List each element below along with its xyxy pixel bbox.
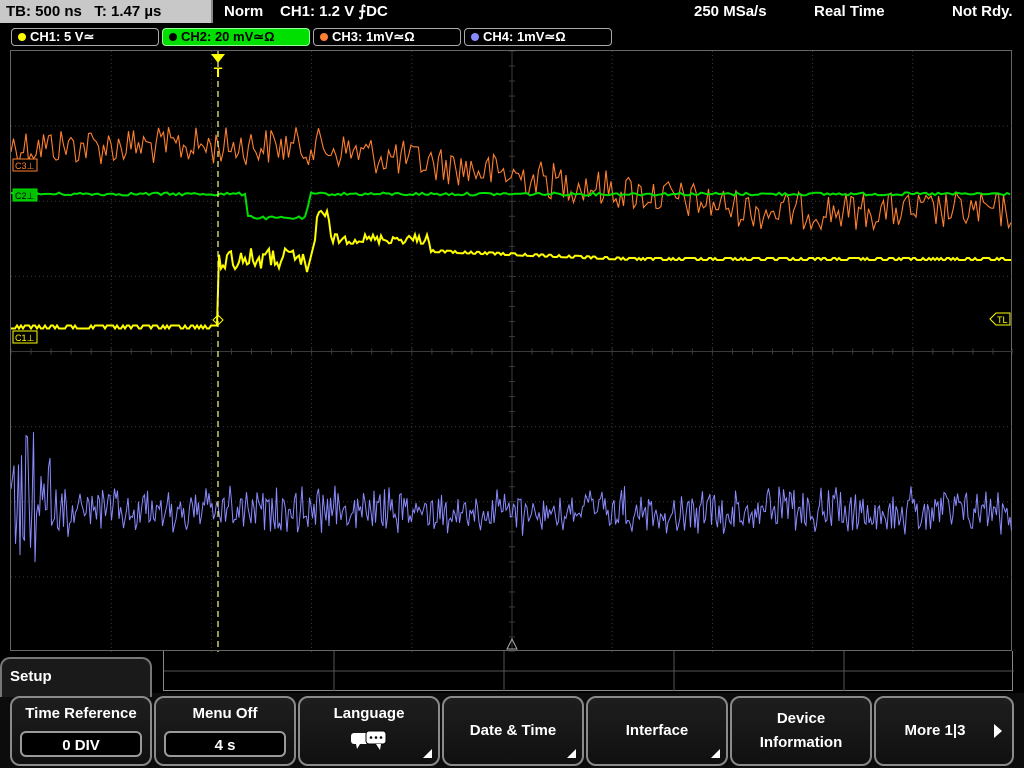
- interface-label: Interface: [625, 722, 689, 739]
- c3-marker: C3⊥: [12, 158, 38, 172]
- language-button[interactable]: Language: [298, 696, 440, 766]
- speech-bubbles-icon: [351, 730, 387, 750]
- menu-title: Setup: [0, 657, 152, 697]
- ch3-label: CH3: 1mV≃Ω: [332, 29, 415, 44]
- trigger-marker-label: T: [214, 64, 223, 80]
- ch1-trace: [11, 207, 1011, 331]
- time-reference-value: 0 DIV: [20, 731, 142, 757]
- c3-marker-label: C3⊥: [15, 161, 35, 171]
- graticule: [11, 51, 1013, 652]
- time-reference-label: Time Reference: [25, 705, 137, 722]
- trigger-time-value: T: 1.47 µs: [94, 3, 162, 20]
- timebase-readout[interactable]: TB: 500 ns T: 1.47 µs: [0, 0, 213, 23]
- c2-marker: C2⊥: [12, 188, 38, 202]
- interface-button[interactable]: Interface: [586, 696, 728, 766]
- ch4-dot-icon: [471, 33, 479, 41]
- waveform-display[interactable]: T C3⊥ C2⊥ C1⊥ TL: [10, 50, 1013, 652]
- trigger-setting[interactable]: CH1: 1.2 V ⨍DC: [280, 0, 388, 23]
- menu-off-button[interactable]: Menu Off 4 s: [154, 696, 296, 766]
- next-page-arrow-icon: [994, 724, 1002, 738]
- device-information-button[interactable]: Device Information: [730, 696, 872, 766]
- channel-tab-ch2[interactable]: CH2: 20 mV≃Ω: [162, 28, 310, 46]
- acquisition-mode: Real Time: [814, 3, 885, 20]
- ch2-label: CH2: 20 mV≃Ω: [181, 29, 275, 44]
- c2-marker-label: C2⊥: [15, 191, 35, 201]
- language-label: Language: [333, 705, 405, 722]
- date-time-button[interactable]: Date & Time: [442, 696, 584, 766]
- strip-grid: [164, 651, 1014, 691]
- ch4-label: CH4: 1mV≃Ω: [483, 29, 566, 44]
- ch2-dot-icon: [169, 33, 177, 41]
- acquisition-state: Not Rdy.: [952, 3, 1013, 20]
- more-label: More 1|3: [904, 722, 966, 739]
- channel-tab-ch4[interactable]: CH4: 1mV≃Ω: [464, 28, 612, 46]
- device-info-label-line2: Information: [759, 734, 843, 751]
- ch4-trace: [11, 432, 1012, 563]
- trigger-level-label: TL: [997, 315, 1008, 325]
- status-strip: [163, 651, 1014, 691]
- trigger-position-marker: T: [211, 54, 225, 80]
- trigger-mode[interactable]: Norm: [224, 0, 263, 23]
- date-time-label: Date & Time: [469, 722, 557, 739]
- time-reference-button[interactable]: Time Reference 0 DIV: [10, 696, 152, 766]
- submenu-corner-icon: [567, 749, 576, 758]
- more-button[interactable]: More 1|3: [874, 696, 1014, 766]
- device-info-label-line1: Device: [776, 710, 826, 727]
- trigger-level-marker: TL: [989, 312, 1011, 326]
- channel-tab-ch3[interactable]: CH3: 1mV≃Ω: [313, 28, 461, 46]
- submenu-corner-icon: [423, 749, 432, 758]
- ch2-trace: [11, 191, 1011, 221]
- ch3-trace: [11, 127, 1012, 232]
- ch1-label: CH1: 5 V≃: [30, 29, 95, 44]
- waveform-svg: T C3⊥ C2⊥ C1⊥ TL: [11, 51, 1013, 652]
- menu-off-label: Menu Off: [192, 705, 258, 722]
- sample-rate: 250 MSa/s: [694, 3, 767, 20]
- menu-off-value: 4 s: [164, 731, 286, 757]
- ch1-dot-icon: [18, 33, 26, 41]
- ch3-dot-icon: [320, 33, 328, 41]
- c1-marker-label: C1⊥: [15, 333, 35, 343]
- c1-marker: C1⊥: [12, 330, 38, 344]
- channel-tab-ch1[interactable]: CH1: 5 V≃: [11, 28, 159, 46]
- submenu-corner-icon: [711, 749, 720, 758]
- timebase-value: TB: 500 ns: [6, 3, 82, 20]
